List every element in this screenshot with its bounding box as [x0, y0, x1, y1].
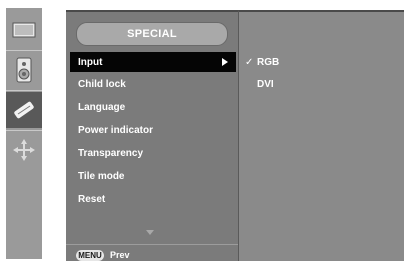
- submenu-arrow-icon: [222, 58, 228, 66]
- menu-title: SPECIAL: [76, 22, 228, 46]
- menu-item-tile-mode[interactable]: Tile mode: [70, 166, 236, 186]
- submenu-item-label: DVI: [257, 78, 274, 90]
- screen-position-icon[interactable]: [6, 132, 42, 168]
- submenu-item-dvi[interactable]: DVI: [245, 76, 274, 92]
- menu-key-button[interactable]: MENU: [76, 250, 104, 261]
- submenu-item-rgb[interactable]: ✓ RGB: [245, 54, 279, 70]
- special-icon[interactable]: [6, 92, 42, 128]
- special-menu-panel: SPECIAL Input Child lock Language Power …: [66, 10, 238, 261]
- menu-item-label: Transparency: [78, 147, 144, 159]
- osd-icon-bar: [6, 8, 42, 259]
- sound-icon[interactable]: [6, 52, 42, 88]
- menu-item-label: Reset: [78, 193, 106, 205]
- menu-item-power-indicator[interactable]: Power indicator: [70, 120, 236, 140]
- menu-item-input[interactable]: Input: [70, 52, 236, 72]
- menu-item-language[interactable]: Language: [70, 97, 236, 117]
- menu-item-label: Input: [78, 56, 103, 68]
- menu-item-label: Tile mode: [78, 170, 125, 182]
- scroll-down-icon[interactable]: [146, 230, 154, 235]
- menu-item-label: Power indicator: [78, 124, 154, 136]
- menu-item-label: Language: [78, 101, 126, 113]
- menu-item-child-lock[interactable]: Child lock: [70, 74, 236, 94]
- menu-item-label: Child lock: [78, 78, 126, 90]
- check-icon: ✓: [245, 56, 254, 68]
- submenu-item-label: RGB: [257, 56, 280, 68]
- footer-divider: [66, 244, 238, 245]
- picture-icon[interactable]: [6, 12, 42, 48]
- menu-item-transparency[interactable]: Transparency: [70, 143, 236, 163]
- menu-item-reset[interactable]: Reset: [70, 189, 236, 209]
- input-submenu-panel: ✓ RGB DVI: [238, 10, 404, 261]
